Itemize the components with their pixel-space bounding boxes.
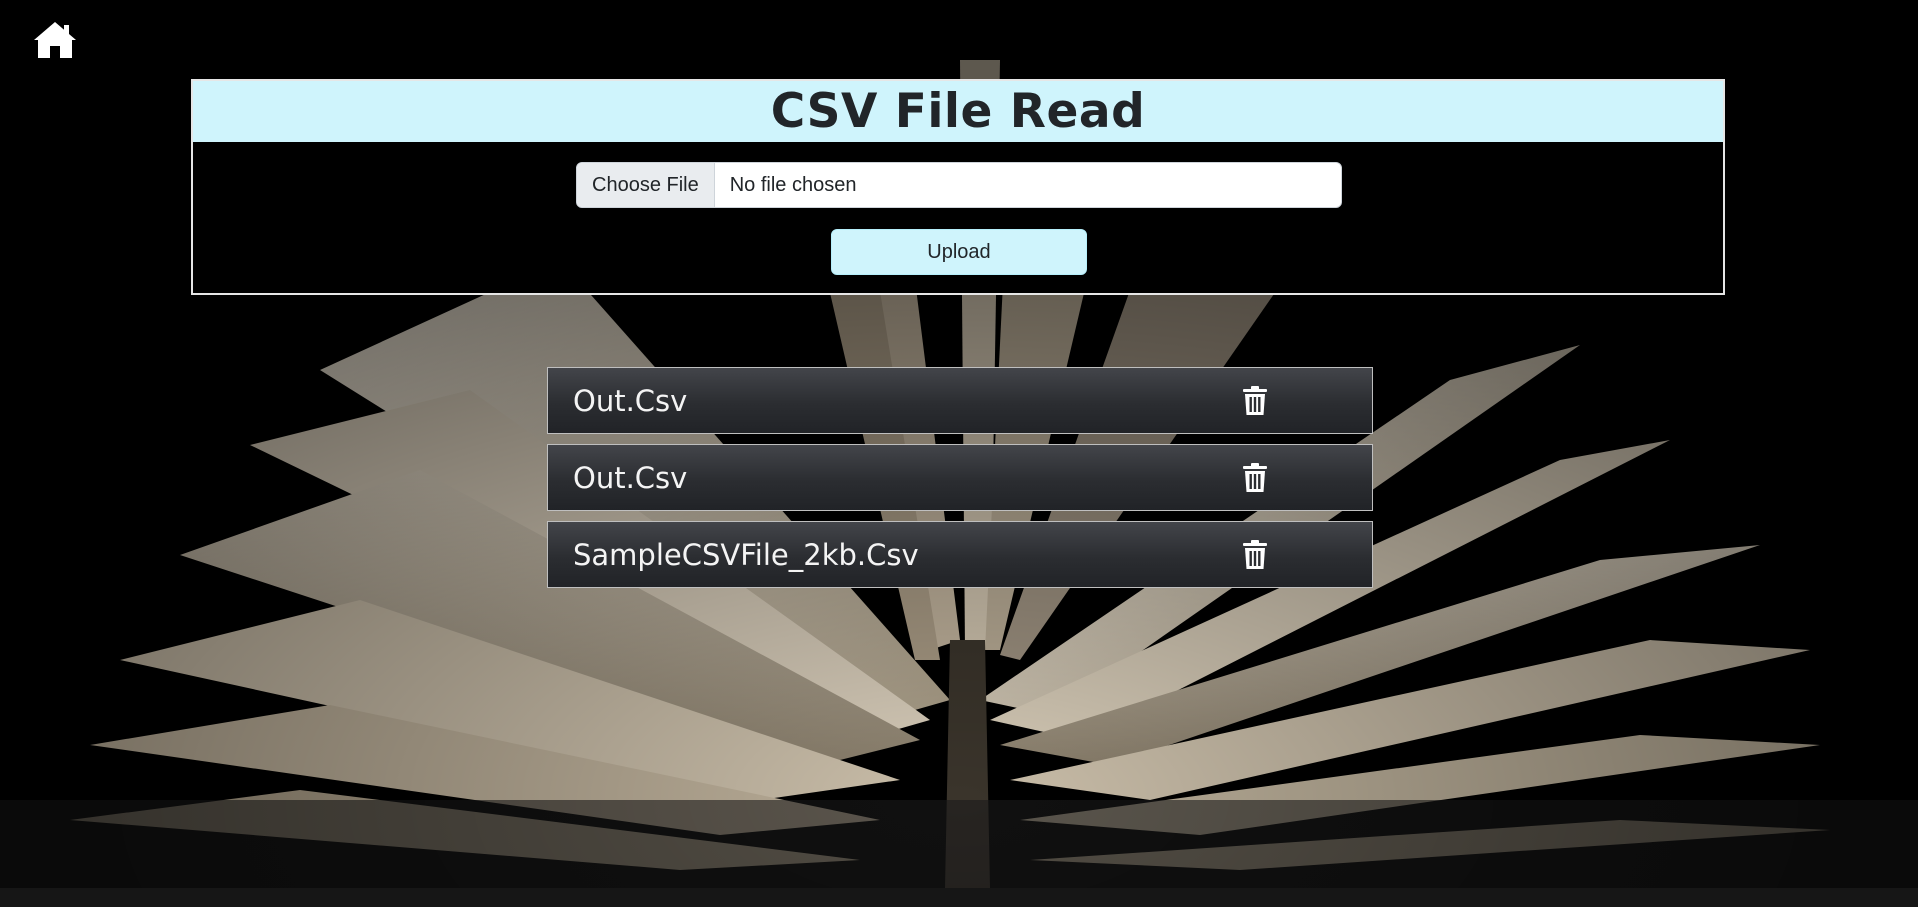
choose-file-button[interactable]: Choose File — [577, 163, 715, 207]
card-header: CSV File Read — [193, 81, 1723, 142]
trash-icon — [1243, 386, 1267, 415]
file-status-text: No file chosen — [729, 173, 857, 196]
home-link[interactable] — [32, 20, 78, 60]
page: CSV File Read Choose File No file chosen… — [0, 0, 1918, 907]
house-icon — [34, 22, 76, 58]
delete-file-button[interactable] — [1242, 386, 1268, 416]
file-input[interactable]: Choose File No file chosen — [576, 162, 1342, 208]
file-list-item: Out.Csv — [547, 444, 1373, 511]
trash-icon — [1243, 463, 1267, 492]
file-name-link[interactable]: Out.Csv — [548, 384, 687, 418]
delete-file-button[interactable] — [1242, 463, 1268, 493]
upload-button[interactable]: Upload — [831, 229, 1087, 275]
page-title: CSV File Read — [770, 84, 1146, 139]
trash-icon — [1243, 540, 1267, 569]
delete-file-button[interactable] — [1242, 540, 1268, 570]
file-name-link[interactable]: SampleCSVFile_2kb.Csv — [548, 538, 919, 572]
csv-upload-card: CSV File Read Choose File No file chosen… — [191, 79, 1725, 295]
footer-strip — [0, 888, 1918, 907]
file-list-item: SampleCSVFile_2kb.Csv — [547, 521, 1373, 588]
uploaded-file-list: Out.Csv Out.Csv SampleCSVFile_2kb.Csv — [547, 367, 1373, 598]
file-list-item: Out.Csv — [547, 367, 1373, 434]
file-name-link[interactable]: Out.Csv — [548, 461, 687, 495]
